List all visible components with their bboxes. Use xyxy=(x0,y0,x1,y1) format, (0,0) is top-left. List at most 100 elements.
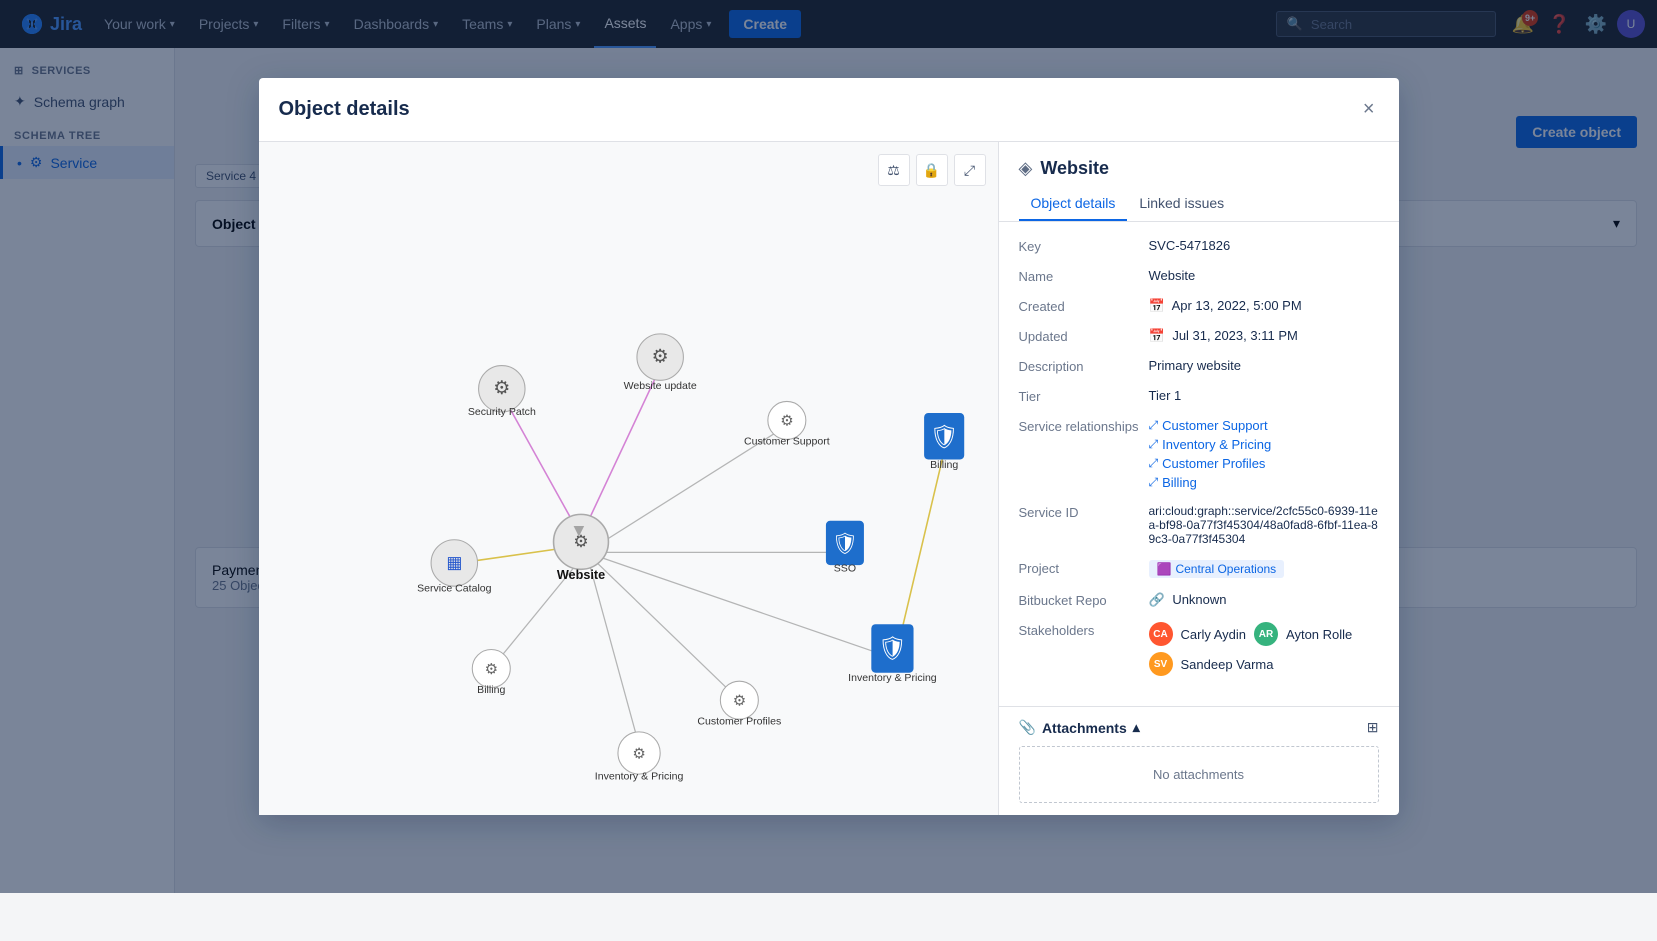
svg-text:⚙: ⚙ xyxy=(484,662,497,678)
svg-text:🛡: 🛡 xyxy=(877,635,906,661)
detail-row-bitbucket: Bitbucket Repo 🔗 Unknown xyxy=(1019,592,1379,608)
bitbucket-icon: 🔗 xyxy=(1149,592,1165,607)
modal-header: Object details × xyxy=(259,78,1399,142)
svg-text:⚙: ⚙ xyxy=(573,532,588,551)
stakeholders-value: CA Carly Aydin AR Ayton Rolle SV Sandeep… xyxy=(1149,622,1379,676)
relationship-customer-profiles[interactable]: ⤢ Customer Profiles xyxy=(1149,456,1379,471)
created-value: 📅 Apr 13, 2022, 5:00 PM xyxy=(1149,298,1379,314)
details-header: ◈ Website xyxy=(999,142,1399,179)
paperclip-icon: 📎 xyxy=(1019,719,1036,736)
svg-text:⚙: ⚙ xyxy=(651,346,668,367)
details-title: Website xyxy=(1040,158,1109,179)
svg-text:⚙: ⚙ xyxy=(780,414,793,430)
relationship-customer-support[interactable]: ⤢ Customer Support xyxy=(1149,418,1379,433)
svg-text:Billing: Billing xyxy=(930,459,958,471)
link-icon-2: ⤢ xyxy=(1149,437,1159,452)
detail-row-name: Name Website xyxy=(1019,268,1379,284)
svg-text:Website: Website xyxy=(556,568,604,582)
project-badge[interactable]: 🟪 Central Operations xyxy=(1149,560,1285,578)
tier-label: Tier xyxy=(1019,388,1149,404)
expand-icon: ⤢ xyxy=(964,162,975,179)
attachments-title: 📎 Attachments ▴ xyxy=(1019,719,1140,736)
tab-object-details[interactable]: Object details xyxy=(1019,187,1128,221)
stakeholder-carly-name: Carly Aydin xyxy=(1181,627,1247,642)
link-icon-1: ⤢ xyxy=(1149,418,1159,433)
attachments-empty: No attachments xyxy=(1019,746,1379,803)
graph-expand-button[interactable]: ⤢ xyxy=(954,154,986,186)
attachments-header: 📎 Attachments ▴ ⊞ xyxy=(1019,719,1379,736)
graph-toolbar: ⚖ 🔒 ⤢ xyxy=(878,154,986,186)
updated-label: Updated xyxy=(1019,328,1149,344)
svg-text:Inventory & Pricing: Inventory & Pricing xyxy=(594,770,683,782)
svg-text:Customer Support: Customer Support xyxy=(744,436,830,448)
grid-view-icon[interactable]: ⊞ xyxy=(1367,719,1379,736)
modal-body: ⚖ 🔒 ⤢ xyxy=(259,142,1399,815)
svg-text:🛡: 🛡 xyxy=(831,532,858,555)
detail-row-key: Key SVC-5471826 xyxy=(1019,238,1379,254)
svg-text:🛡: 🛡 xyxy=(929,424,958,450)
detail-row-stakeholders: Stakeholders CA Carly Aydin AR Ayton Rol… xyxy=(1019,622,1379,676)
detail-row-project: Project 🟪 Central Operations xyxy=(1019,560,1379,578)
object-details-modal: Object details × ⚖ 🔒 ⤢ xyxy=(259,78,1399,815)
bitbucket-label: Bitbucket Repo xyxy=(1019,592,1149,608)
attachments-section: 📎 Attachments ▴ ⊞ No attachments xyxy=(999,706,1399,815)
detail-row-tier: Tier Tier 1 xyxy=(1019,388,1379,404)
service-id-label: Service ID xyxy=(1019,504,1149,520)
svg-text:Security Patch: Security Patch xyxy=(467,406,535,418)
graph-svg: ⚙ Website update ⚙ Security Patch ⚙ Cust… xyxy=(259,142,998,815)
graph-filter-button[interactable]: ⚖ xyxy=(878,154,910,186)
updated-value: 📅 Jul 31, 2023, 3:11 PM xyxy=(1149,328,1379,344)
stakeholders-label: Stakeholders xyxy=(1019,622,1149,638)
lock-icon: 🔒 xyxy=(923,162,940,179)
project-value: 🟪 Central Operations xyxy=(1149,560,1379,578)
tab-linked-issues[interactable]: Linked issues xyxy=(1127,187,1236,221)
modal-overlay: Object details × ⚖ 🔒 ⤢ xyxy=(0,0,1657,893)
details-tabs: Object details Linked issues xyxy=(999,187,1399,222)
detail-row-service-id: Service ID ari:cloud:graph::service/2cfc… xyxy=(1019,504,1379,546)
svg-text:Inventory & Pricing: Inventory & Pricing xyxy=(848,672,937,684)
svg-text:Website update: Website update xyxy=(623,380,696,392)
svg-text:⚙: ⚙ xyxy=(632,746,645,762)
website-icon: ◈ xyxy=(1019,158,1033,179)
service-id-value: ari:cloud:graph::service/2cfc55c0-6939-1… xyxy=(1149,504,1379,546)
modal-close-button[interactable]: × xyxy=(1359,94,1379,125)
avatar-sandeep: SV xyxy=(1149,652,1173,676)
svg-text:Billing: Billing xyxy=(477,684,505,696)
service-relationships-label: Service relationships xyxy=(1019,418,1149,434)
svg-text:Customer Profiles: Customer Profiles xyxy=(697,715,781,727)
link-icon-3: ⤢ xyxy=(1149,456,1159,471)
link-icon-4: ⤢ xyxy=(1149,475,1159,490)
detail-row-service-relationships: Service relationships ⤢ Customer Support… xyxy=(1019,418,1379,490)
stakeholder-sandeep-name: Sandeep Varma xyxy=(1181,657,1274,672)
service-relationships-value: ⤢ Customer Support ⤢ Inventory & Pricing… xyxy=(1149,418,1379,490)
key-label: Key xyxy=(1019,238,1149,254)
name-label: Name xyxy=(1019,268,1149,284)
name-value: Website xyxy=(1149,268,1379,283)
detail-row-created: Created 📅 Apr 13, 2022, 5:00 PM xyxy=(1019,298,1379,314)
details-body: Key SVC-5471826 Name Website Created 📅 A… xyxy=(999,222,1399,706)
key-value: SVC-5471826 xyxy=(1149,238,1379,253)
tier-value: Tier 1 xyxy=(1149,388,1379,403)
svg-text:▦: ▦ xyxy=(446,553,462,572)
relationship-inventory-pricing[interactable]: ⤢ Inventory & Pricing xyxy=(1149,437,1379,452)
bitbucket-value: 🔗 Unknown xyxy=(1149,592,1379,608)
avatar-carly: CA xyxy=(1149,622,1173,646)
detail-row-description: Description Primary website xyxy=(1019,358,1379,374)
calendar-icon: 📅 xyxy=(1149,298,1165,313)
svg-text:Service Catalog: Service Catalog xyxy=(417,582,492,594)
svg-text:SSO: SSO xyxy=(833,562,855,574)
svg-text:⚙: ⚙ xyxy=(732,693,745,709)
detail-row-updated: Updated 📅 Jul 31, 2023, 3:11 PM xyxy=(1019,328,1379,344)
filter-icon: ⚖ xyxy=(887,162,900,179)
graph-lock-button[interactable]: 🔒 xyxy=(916,154,948,186)
project-icon: 🟪 xyxy=(1157,562,1172,576)
avatar-ayton: AR xyxy=(1254,622,1278,646)
project-label: Project xyxy=(1019,560,1149,576)
stakeholder-ayton-name: Ayton Rolle xyxy=(1286,627,1352,642)
description-label: Description xyxy=(1019,358,1149,374)
modal-title: Object details xyxy=(279,98,410,121)
details-panel: ◈ Website Object details Linked issues K… xyxy=(999,142,1399,815)
created-label: Created xyxy=(1019,298,1149,314)
description-value: Primary website xyxy=(1149,358,1379,373)
relationship-billing[interactable]: ⤢ Billing xyxy=(1149,475,1379,490)
